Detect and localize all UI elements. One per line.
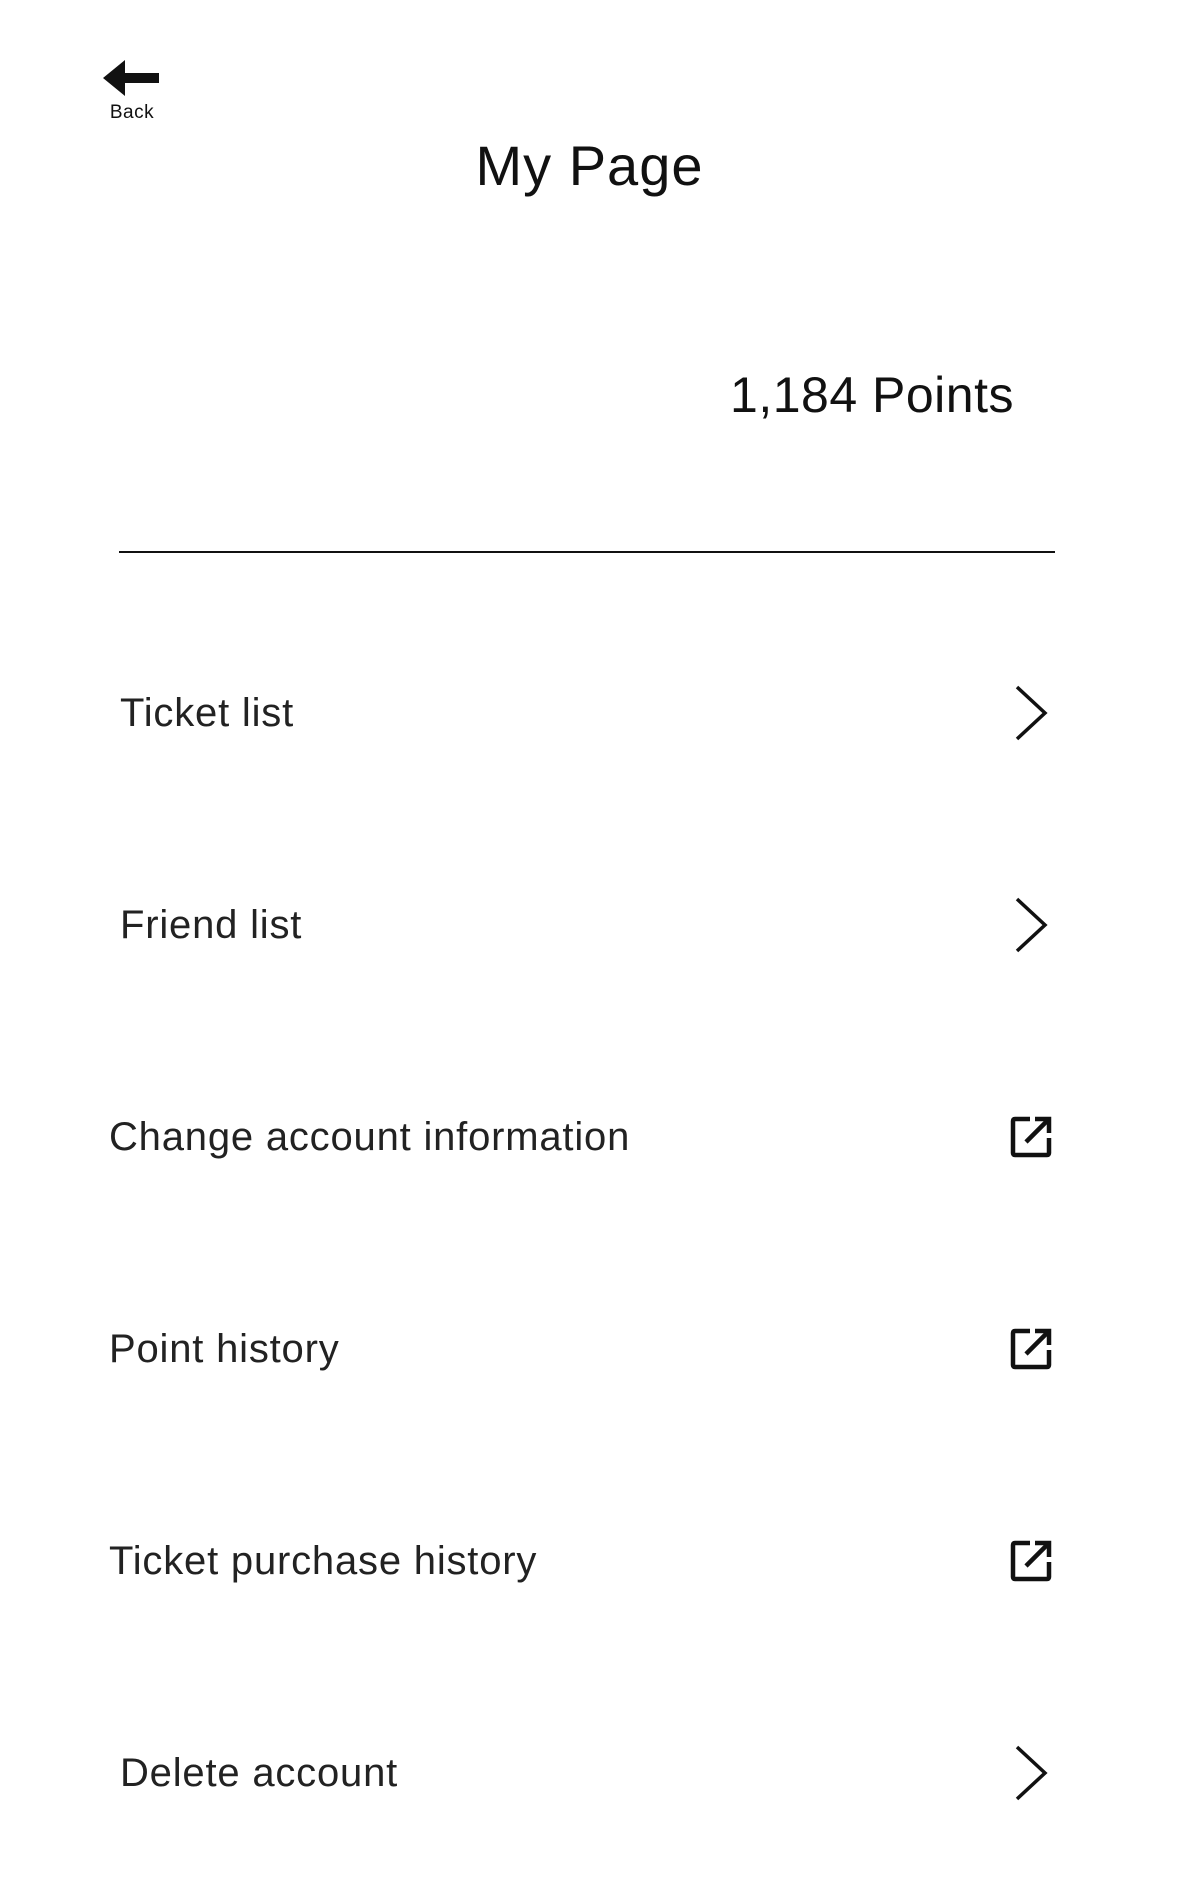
- menu-item-delete-account[interactable]: Delete account: [0, 1667, 1179, 1879]
- menu-item-ticket-list[interactable]: Ticket list: [0, 607, 1179, 819]
- points-balance: 1,184 Points: [730, 367, 1014, 423]
- menu-item-ticket-purchase-history[interactable]: Ticket purchase history: [0, 1455, 1179, 1667]
- menu-item-label: Change account information: [109, 1115, 631, 1159]
- page-title: My Page: [475, 134, 704, 197]
- chevron-right-icon: [1007, 1743, 1055, 1803]
- back-label: Back: [109, 102, 155, 123]
- chevron-right-icon: [1007, 683, 1055, 743]
- external-link-icon: [1007, 1531, 1055, 1591]
- menu-list: Ticket list Friend list Change account i…: [0, 607, 1179, 1879]
- back-button[interactable]: Back: [100, 58, 164, 130]
- menu-item-friend-list[interactable]: Friend list: [0, 819, 1179, 1031]
- external-link-icon: [1007, 1319, 1055, 1379]
- menu-item-label: Friend list: [120, 903, 303, 947]
- menu-item-change-account-information[interactable]: Change account information: [0, 1031, 1179, 1243]
- menu-item-label: Point history: [109, 1327, 340, 1371]
- divider: [119, 551, 1055, 553]
- menu-item-label: Delete account: [120, 1751, 399, 1795]
- chevron-right-icon: [1007, 895, 1055, 955]
- menu-item-label: Ticket purchase history: [109, 1539, 538, 1583]
- menu-item-label: Ticket list: [120, 691, 294, 735]
- arrow-left-icon: [103, 58, 161, 98]
- menu-item-point-history[interactable]: Point history: [0, 1243, 1179, 1455]
- external-link-icon: [1007, 1107, 1055, 1167]
